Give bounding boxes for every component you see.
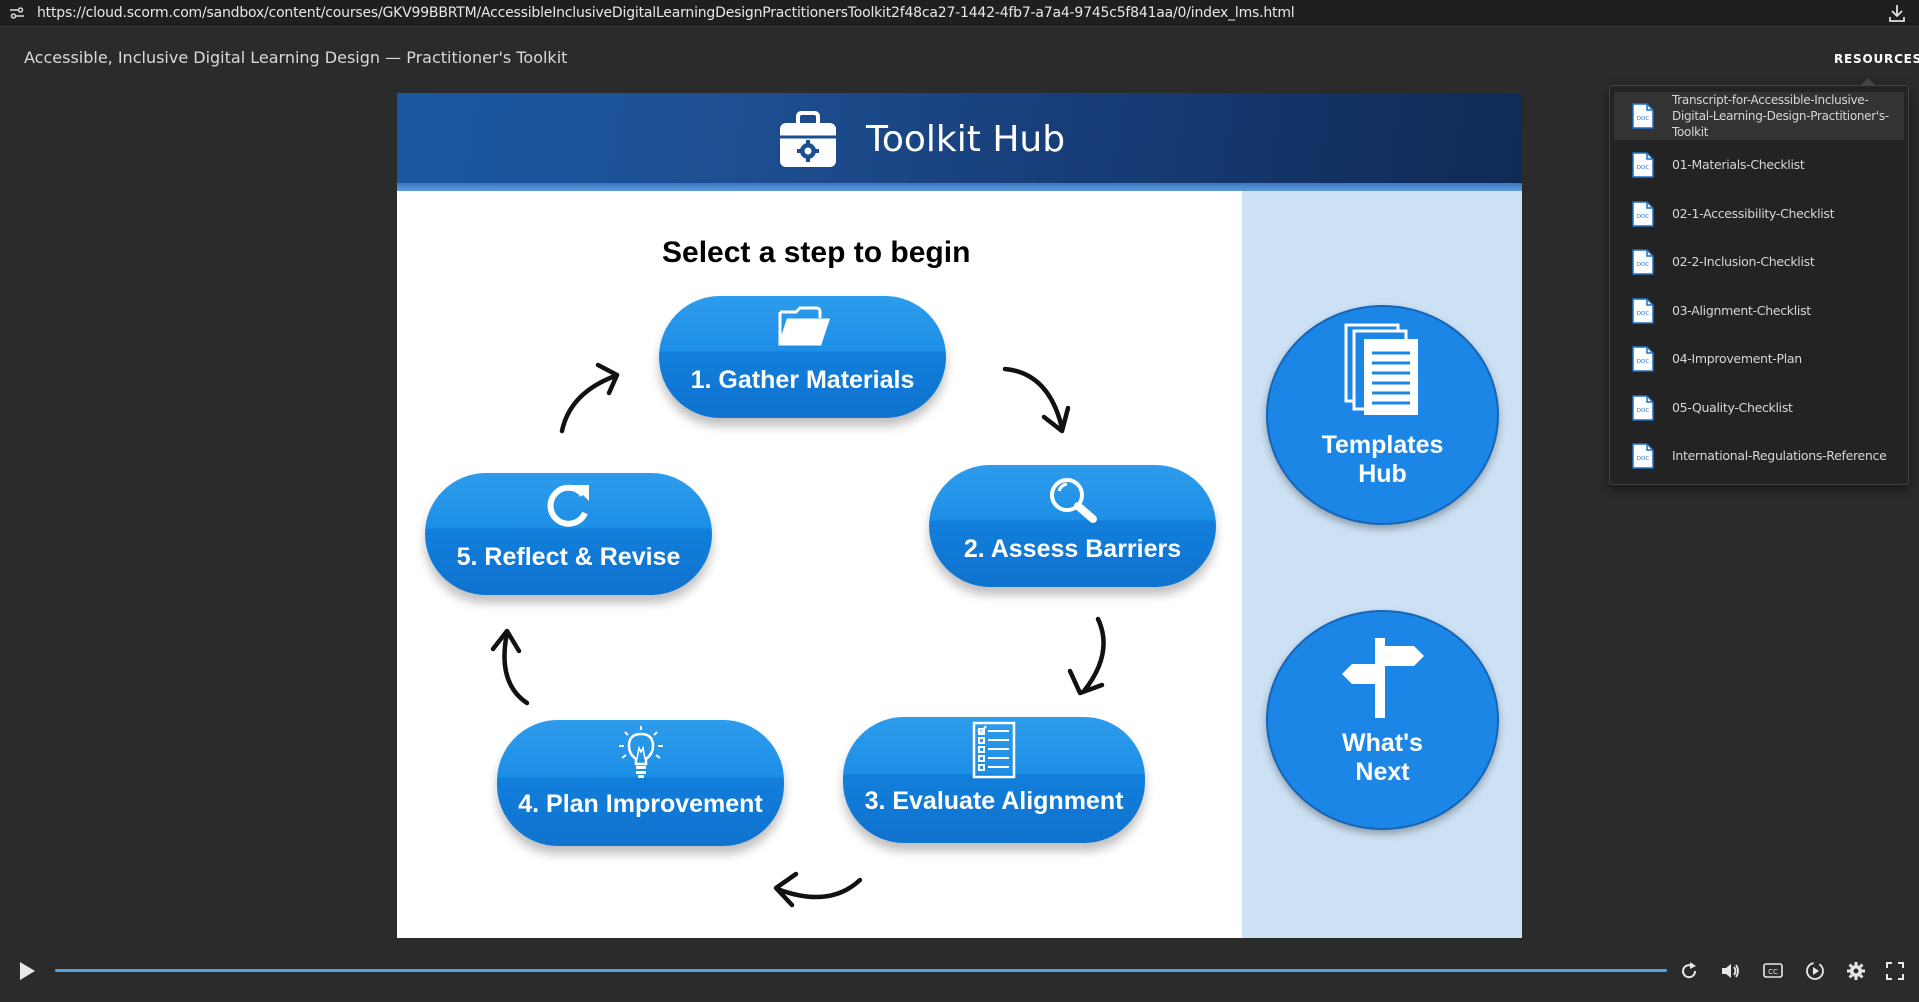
course-title: Accessible, Inclusive Digital Learning D… (24, 48, 568, 67)
slide: Toolkit Hub Select a step to begin 1. Ga… (397, 93, 1522, 938)
select-step-heading: Select a step to begin (662, 236, 971, 269)
cycle-arrow-icon (1067, 616, 1106, 696)
fullscreen-icon[interactable] (1884, 960, 1906, 982)
resource-item[interactable]: DOC 05-Quality-Checklist (1614, 389, 1904, 427)
cycle-arrow-icon (559, 362, 620, 434)
step-reflect-revise-button[interactable]: 5. Reflect & Revise (425, 473, 712, 595)
svg-text:DOC: DOC (1637, 408, 1650, 414)
slide-header: Toolkit Hub (397, 93, 1522, 191)
step-label: 1. Gather Materials (690, 366, 915, 394)
resource-item[interactable]: DOC 01-Materials-Checklist (1614, 146, 1904, 184)
resource-item[interactable]: DOC 02-1-Accessibility-Checklist (1614, 195, 1904, 233)
resource-item[interactable]: DOC International-Regulations-Reference (1614, 437, 1904, 475)
hub-label: Hub (1358, 460, 1407, 488)
hub-label: What's (1342, 729, 1423, 757)
doc-icon: DOC (1632, 346, 1654, 372)
slide-title: Toolkit Hub (866, 119, 1066, 160)
replay-icon[interactable] (1678, 960, 1700, 982)
gear-icon[interactable] (1845, 960, 1867, 982)
resource-item[interactable]: DOC 03-Alignment-Checklist (1614, 292, 1904, 330)
step-evaluate-alignment-button[interactable]: 3. Evaluate Alignment (843, 717, 1145, 843)
svg-text:DOC: DOC (1637, 456, 1650, 462)
resource-label: 01-Materials-Checklist (1672, 157, 1805, 172)
cycle-arrow-icon (773, 871, 862, 908)
folder-icon (778, 306, 830, 346)
doc-icon: DOC (1632, 395, 1654, 421)
step-label: 4. Plan Improvement (518, 790, 763, 818)
step-gather-materials-button[interactable]: 1. Gather Materials (659, 296, 946, 418)
resources-button[interactable]: RESOURCES (1834, 52, 1919, 66)
svg-text:CC: CC (1768, 968, 1778, 976)
volume-icon[interactable] (1719, 960, 1741, 982)
cycle-arrow-icon (1002, 366, 1071, 434)
resource-label: 05-Quality-Checklist (1672, 400, 1793, 415)
resource-label: 02-1-Accessibility-Checklist (1672, 206, 1835, 221)
resource-label: Toolkit (1672, 125, 1709, 139)
step-label: 5. Reflect & Revise (456, 543, 681, 571)
address-bar[interactable]: https://cloud.scorm.com/sandbox/content/… (0, 0, 1919, 27)
doc-icon: DOC (1632, 103, 1654, 129)
playback-speed-icon[interactable] (1804, 960, 1826, 982)
closed-captions-icon[interactable]: CC (1762, 960, 1784, 982)
hub-label: Templates (1321, 431, 1444, 459)
svg-text:DOC: DOC (1637, 262, 1650, 268)
step-assess-barriers-button[interactable]: 2. Assess Barriers (929, 465, 1216, 587)
doc-icon: DOC (1632, 443, 1654, 469)
toolbox-icon (780, 111, 836, 167)
resource-label: Digital-Learning-Design-Practitioner's- (1672, 109, 1889, 123)
play-icon[interactable] (17, 960, 37, 982)
resource-label: 03-Alignment-Checklist (1672, 303, 1811, 318)
svg-text:DOC: DOC (1637, 116, 1650, 122)
lightbulb-icon (618, 726, 663, 778)
resource-label: 02-2-Inclusion-Checklist (1672, 254, 1815, 269)
checklist-icon (972, 721, 1016, 779)
step-plan-improvement-button[interactable]: 4. Plan Improvement (497, 720, 784, 846)
hub-label: Next (1355, 758, 1410, 786)
svg-text:DOC: DOC (1637, 165, 1650, 171)
signpost-icon (1342, 638, 1424, 718)
resource-label: International-Regulations-Reference (1672, 448, 1887, 463)
svg-text:DOC: DOC (1637, 214, 1650, 220)
cycle-arrow-icon (490, 628, 530, 706)
progress-bar[interactable] (55, 969, 1667, 972)
site-info-icon[interactable] (9, 5, 25, 21)
resource-label: Transcript-for-Accessible-Inclusive- (1672, 93, 1869, 107)
resource-item[interactable]: DOC 04-Improvement-Plan (1614, 340, 1904, 378)
svg-text:DOC: DOC (1637, 359, 1650, 365)
doc-icon: DOC (1632, 249, 1654, 275)
templates-hub-button[interactable]: Templates Hub (1266, 305, 1499, 525)
download-icon[interactable] (1887, 3, 1907, 23)
doc-icon: DOC (1632, 152, 1654, 178)
resources-dropdown: DOC Transcript-for-Accessible-Inclusive-… (1609, 78, 1909, 485)
url-text[interactable]: https://cloud.scorm.com/sandbox/content/… (37, 5, 1294, 21)
doc-icon: DOC (1632, 201, 1654, 227)
resource-item[interactable]: DOC 02-2-Inclusion-Checklist (1614, 243, 1904, 281)
step-label: 2. Assess Barriers (963, 535, 1182, 563)
doc-icon: DOC (1632, 298, 1654, 324)
refresh-icon (547, 484, 589, 527)
resource-item-transcript[interactable]: DOC Transcript-for-Accessible-Inclusive-… (1614, 92, 1904, 140)
resource-label: 04-Improvement-Plan (1672, 351, 1802, 366)
documents-icon (1344, 323, 1418, 415)
svg-text:DOC: DOC (1637, 311, 1650, 317)
whats-next-button[interactable]: What's Next (1266, 610, 1499, 830)
player-controls: CC (0, 952, 1919, 992)
step-label: 3. Evaluate Alignment (864, 787, 1124, 815)
magnifier-icon (1049, 478, 1097, 523)
